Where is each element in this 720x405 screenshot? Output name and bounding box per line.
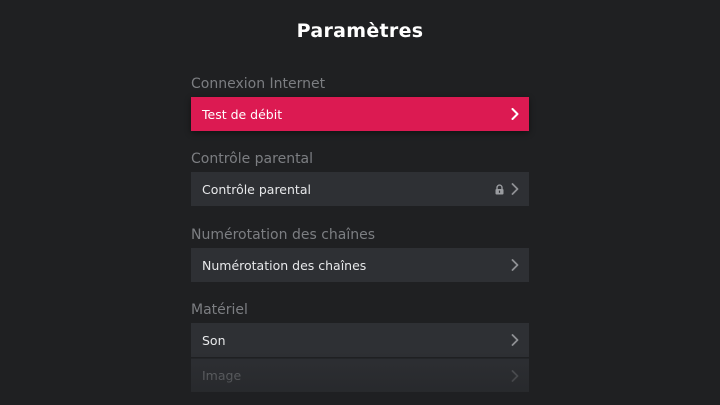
settings-item-test-de-debit[interactable]: Test de débit — [191, 97, 529, 131]
settings-item-label: Test de débit — [202, 106, 283, 122]
settings-item-controle-parental[interactable]: Contrôle parental — [191, 172, 529, 206]
section-header-numerotation-des-chaines: Numérotation des chaînes — [191, 227, 376, 243]
lock-icon — [494, 183, 505, 195]
settings-item-label: Image — [202, 368, 242, 383]
section-header-controle-parental: Contrôle parental — [191, 151, 314, 167]
chevron-right-icon — [511, 259, 519, 271]
chevron-right-icon — [511, 108, 519, 120]
section-header-connexion-internet: Connexion Internet — [191, 76, 326, 92]
chevron-right-icon — [511, 183, 519, 195]
settings-item-label: Numérotation des chaînes — [202, 257, 367, 273]
page-title: Paramètres — [296, 20, 424, 42]
settings-item-numerotation-des-chaines[interactable]: Numérotation des chaînes — [191, 248, 529, 282]
settings-item-label: Son — [202, 332, 226, 348]
chevron-right-icon — [511, 334, 519, 346]
chevron-right-icon — [511, 369, 519, 382]
settings-item-son[interactable]: Son — [191, 323, 529, 357]
section-header-materiel: Matériel — [191, 302, 248, 318]
settings-item-image[interactable]: Image — [191, 358, 529, 392]
settings-item-label: Contrôle parental — [202, 181, 311, 197]
